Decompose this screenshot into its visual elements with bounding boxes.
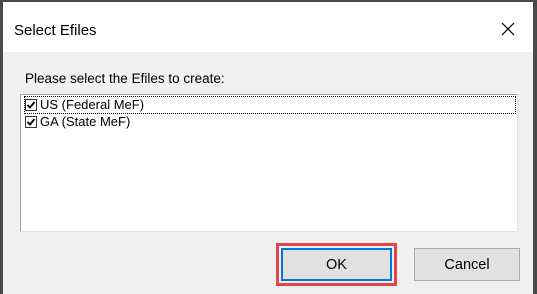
- ok-button[interactable]: OK: [281, 248, 392, 281]
- dialog-client-area: Please select the Efiles to create: US (…: [3, 52, 533, 294]
- window-border-right: [533, 0, 537, 294]
- window-title: Select Efiles: [14, 22, 97, 39]
- list-item-label: US (Federal MeF): [40, 97, 145, 112]
- checkmark-icon: [26, 118, 36, 126]
- list-item-label: GA (State MeF): [40, 114, 131, 129]
- efiles-checklist[interactable]: US (Federal MeF) GA (State MeF): [20, 94, 518, 232]
- close-button[interactable]: [491, 14, 525, 44]
- cancel-button[interactable]: Cancel: [414, 248, 520, 281]
- close-icon: [501, 22, 515, 36]
- checkmark-icon: [26, 101, 36, 109]
- list-item-us-federal[interactable]: US (Federal MeF): [24, 96, 516, 114]
- dialog-window: Select Efiles Please select the Efiles t…: [0, 0, 537, 294]
- list-item-ga-state[interactable]: GA (State MeF): [25, 114, 130, 130]
- title-bar[interactable]: Select Efiles: [3, 2, 533, 52]
- prompt-label: Please select the Efiles to create:: [25, 71, 225, 86]
- checkbox-ga-state[interactable]: [25, 116, 37, 128]
- checkbox-us-federal[interactable]: [25, 99, 37, 111]
